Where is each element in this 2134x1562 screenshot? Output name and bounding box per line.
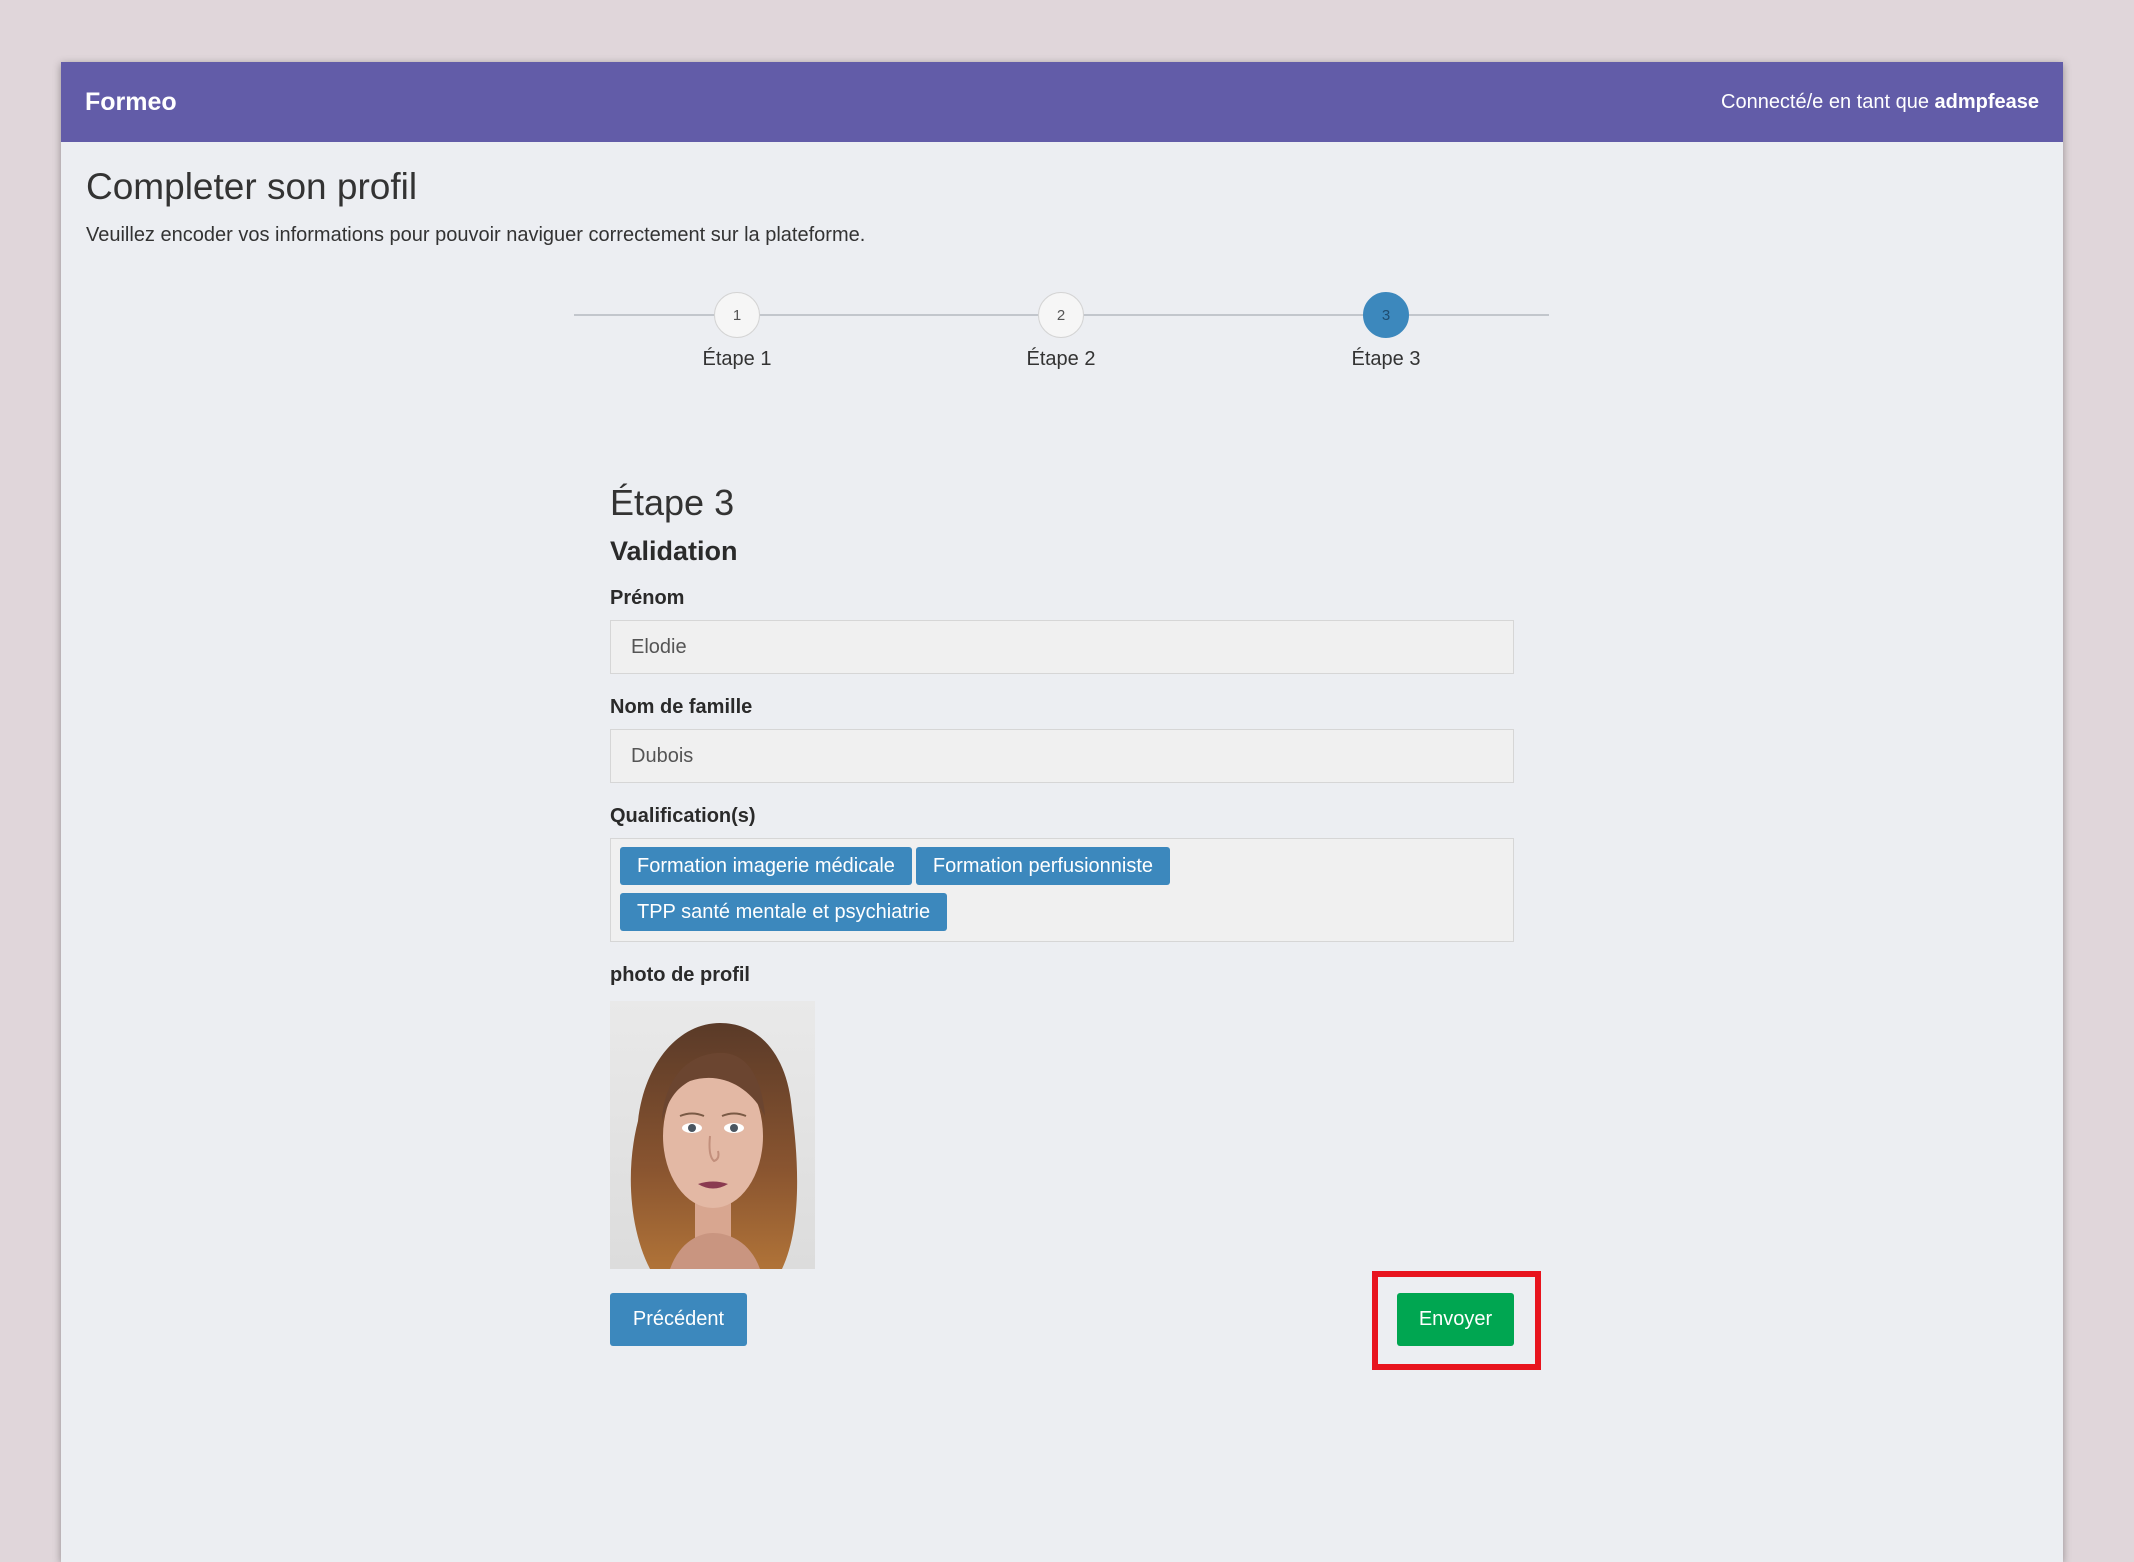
last-name-label: Nom de famille: [610, 696, 753, 718]
qualifications-label: Qualification(s): [610, 805, 756, 827]
form-actions: Précédent Envoyer: [610, 1271, 1541, 1370]
qualification-tag[interactable]: Formation imagerie médicale: [620, 847, 912, 885]
logged-in-status: Connecté/e en tant que admpfease: [1721, 91, 2039, 114]
step-3[interactable]: 3 Étape 3: [1326, 292, 1446, 371]
first-name-field[interactable]: [610, 620, 1514, 674]
profile-form: Étape 3 Validation Prénom Nom de famille…: [610, 482, 1541, 1370]
main-content: Completer son profil Veuillez encoder vo…: [61, 142, 2063, 247]
send-button[interactable]: Envoyer: [1397, 1293, 1514, 1346]
last-name-field[interactable]: [610, 729, 1514, 783]
step-1-label: Étape 1: [702, 348, 772, 370]
qualification-tag[interactable]: Formation perfusionniste: [915, 847, 1170, 885]
qualifications-field[interactable]: Formation imagerie médicale Formation per…: [610, 838, 1514, 942]
section-heading: Validation: [610, 536, 738, 566]
step-2-circle[interactable]: 2: [1038, 292, 1084, 338]
user-prefix: Connecté/e en tant que: [1721, 90, 1935, 113]
step-2-label: Étape 2: [1026, 348, 1096, 370]
username[interactable]: admpfease: [1935, 91, 2040, 113]
page-title: Completer son profil: [86, 166, 418, 207]
first-name-label: Prénom: [610, 587, 685, 609]
qualification-tag[interactable]: TPP santé mentale et psychiatrie: [620, 893, 948, 931]
step-1[interactable]: 1 Étape 1: [677, 292, 797, 371]
profile-photo: [610, 1001, 815, 1269]
page-subtitle: Veuillez encoder vos informations pour p…: [86, 224, 866, 246]
previous-button[interactable]: Précédent: [610, 1293, 747, 1346]
brand-logo[interactable]: Formeo: [85, 88, 177, 117]
step-2[interactable]: 2 Étape 2: [1001, 292, 1121, 371]
photo-label: photo de profil: [610, 964, 750, 986]
progress-stepper: 1 Étape 1 2 Étape 2 3 Étape 3: [574, 292, 1549, 402]
step-3-circle[interactable]: 3: [1363, 292, 1409, 338]
step-heading: Étape 3: [610, 482, 735, 523]
app-window: Formeo Connecté/e en tant que admpfease …: [61, 62, 2063, 1562]
step-3-label: Étape 3: [1351, 348, 1421, 370]
top-navbar: Formeo Connecté/e en tant que admpfease: [61, 62, 2063, 142]
step-1-circle[interactable]: 1: [714, 292, 760, 338]
